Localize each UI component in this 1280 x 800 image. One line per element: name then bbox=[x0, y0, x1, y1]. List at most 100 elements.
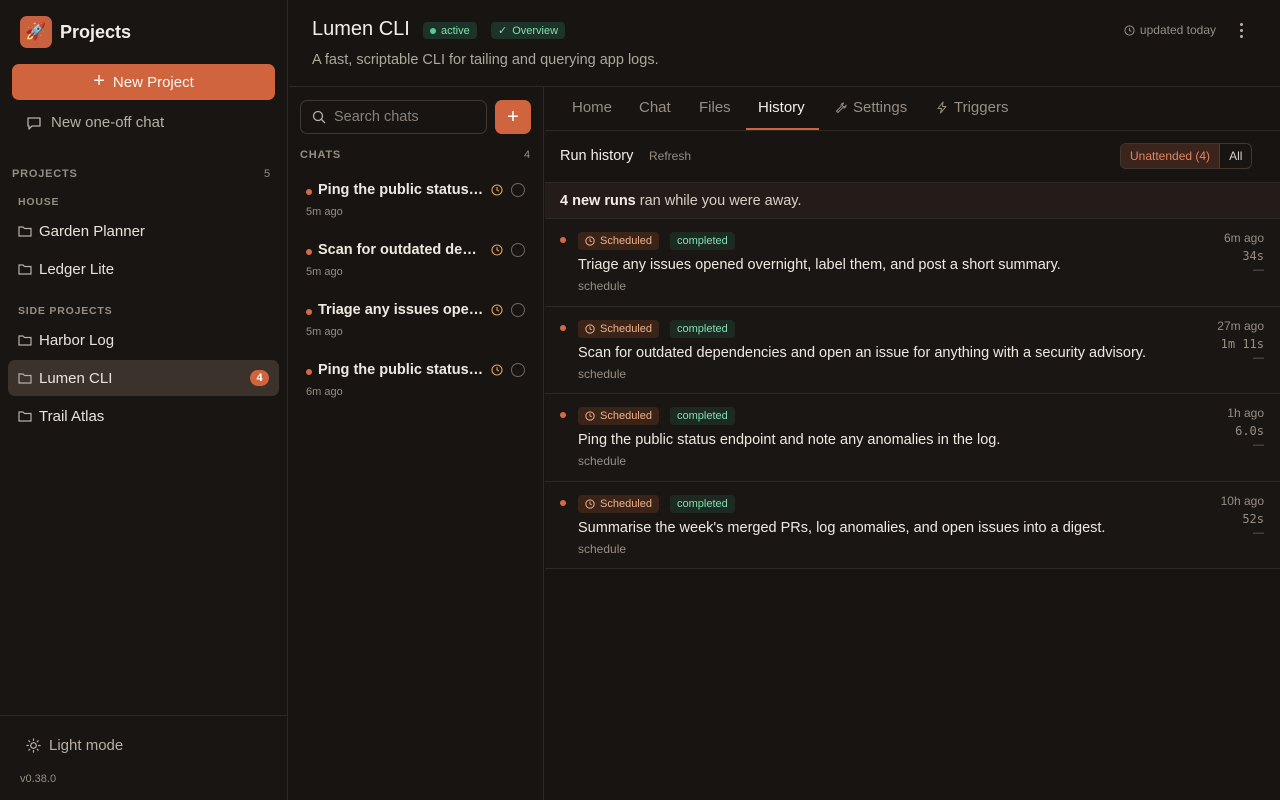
group-label-house: HOUSE bbox=[18, 196, 60, 208]
version-label: v0.38.0 bbox=[20, 773, 57, 785]
trigger-badge: Scheduled bbox=[578, 494, 659, 513]
chat-list-item[interactable]: Scan for outdated dependencies and open … bbox=[289, 239, 543, 295]
run-list: Scheduled completed Triage any issues op… bbox=[545, 219, 1280, 569]
trigger-badge: Scheduled bbox=[578, 232, 659, 250]
run-row[interactable]: Scheduled completed Triage any issues op… bbox=[545, 219, 1280, 307]
trigger-label: Scheduled bbox=[600, 235, 652, 247]
tab-history[interactable]: History bbox=[758, 99, 805, 116]
add-chat-button[interactable]: + bbox=[495, 100, 531, 134]
status-badge: completed bbox=[670, 319, 735, 338]
loading-spinner-icon bbox=[511, 243, 525, 257]
folder-icon bbox=[18, 335, 32, 346]
tab-triggers[interactable]: Triggers bbox=[936, 99, 1008, 116]
project-item-lumen-cli[interactable]: Lumen CLI 4 bbox=[8, 360, 279, 396]
run-extra: — bbox=[1253, 351, 1264, 364]
tab-files[interactable]: Files bbox=[699, 99, 731, 116]
new-project-label: New Project bbox=[112, 73, 194, 91]
run-source: schedule bbox=[578, 279, 627, 293]
plus-icon: + bbox=[93, 70, 105, 92]
light-mode-toggle[interactable]: Light mode bbox=[26, 737, 123, 754]
updated-label: updated today bbox=[1139, 23, 1216, 37]
tab-bar: Home Chat Files History Settings Trigger… bbox=[545, 87, 1280, 131]
unread-dot-icon bbox=[306, 249, 312, 255]
brand: 🚀 Projects bbox=[20, 16, 131, 48]
unread-dot-icon bbox=[560, 412, 566, 418]
loading-spinner-icon bbox=[511, 183, 525, 197]
run-row[interactable]: Scheduled completed Ping the public stat… bbox=[545, 394, 1280, 482]
project-label: Lumen CLI bbox=[39, 369, 113, 387]
tab-chat[interactable]: Chat bbox=[639, 99, 671, 116]
search-icon bbox=[312, 110, 326, 124]
run-time-ago: 10h ago bbox=[1220, 493, 1264, 508]
tab-settings[interactable]: Settings bbox=[835, 99, 907, 116]
filter-all-button[interactable]: All bbox=[1220, 144, 1251, 168]
loading-spinner-icon bbox=[511, 303, 525, 317]
run-source: schedule bbox=[578, 541, 627, 556]
trigger-badge: Scheduled bbox=[578, 319, 659, 338]
run-row[interactable]: Scheduled completed Scan for outdated de… bbox=[545, 306, 1280, 394]
chat-title: Scan for outdated dependencies and open … bbox=[318, 242, 484, 258]
run-meta: 6m ago 34s — bbox=[1224, 231, 1264, 276]
refresh-button[interactable]: Refresh bbox=[649, 149, 691, 163]
chat-title: Ping the public status endpoint and note… bbox=[318, 182, 484, 198]
chat-list-item[interactable]: Ping the public status endpoint and note… bbox=[289, 359, 543, 415]
run-source: schedule bbox=[578, 366, 627, 381]
overview-label: Overview bbox=[512, 24, 559, 37]
folder-icon bbox=[18, 226, 32, 237]
chat-title: Ping the public status endpoint and note… bbox=[318, 362, 484, 378]
run-extra: — bbox=[1253, 264, 1264, 276]
run-extra: — bbox=[1253, 526, 1264, 539]
project-description: A fast, scriptable CLI for tailing and q… bbox=[312, 52, 659, 68]
filter-unattended-button[interactable]: Unattended (4) bbox=[1121, 144, 1221, 168]
status-label: active bbox=[441, 24, 470, 37]
group-label-side-projects: SIDE PROJECTS bbox=[18, 305, 113, 317]
run-prompt: Ping the public status endpoint and note… bbox=[578, 432, 1001, 448]
sun-icon bbox=[26, 738, 41, 753]
run-row[interactable]: Scheduled completed Summarise the week's… bbox=[545, 481, 1280, 569]
status-badge: completed bbox=[670, 407, 735, 425]
folder-icon bbox=[18, 264, 32, 275]
unread-dot-icon bbox=[560, 499, 566, 506]
project-item-harbor-log[interactable]: Harbor Log bbox=[8, 322, 279, 358]
status-dot-icon bbox=[430, 27, 436, 34]
project-item-ledger-lite[interactable]: Ledger Lite bbox=[8, 251, 279, 287]
chat-list-item[interactable]: Triage any issues opened overnight, labe… bbox=[289, 299, 543, 355]
clock-icon bbox=[491, 364, 503, 376]
run-source: schedule bbox=[578, 454, 627, 468]
search-chats-input[interactable] bbox=[334, 109, 474, 125]
search-chats-field[interactable] bbox=[300, 100, 487, 134]
light-mode-label: Light mode bbox=[49, 737, 124, 754]
new-project-button[interactable]: + New Project bbox=[12, 64, 275, 100]
sidebar: 🚀 Projects + New Project New one-off cha… bbox=[0, 0, 288, 800]
project-item-trail-atlas[interactable]: Trail Atlas bbox=[8, 398, 279, 434]
tab-home[interactable]: Home bbox=[572, 99, 612, 116]
new-one-off-chat-button[interactable]: New one-off chat bbox=[26, 114, 164, 131]
overview-button[interactable]: ✓ Overview bbox=[491, 22, 566, 39]
project-label: Trail Atlas bbox=[39, 407, 105, 425]
tab-triggers-label: Triggers bbox=[954, 99, 1009, 116]
project-label: Harbor Log bbox=[39, 331, 115, 349]
run-duration: 34s bbox=[1242, 249, 1264, 263]
clock-icon bbox=[585, 323, 595, 334]
project-label: Ledger Lite bbox=[39, 260, 115, 278]
away-notice-banner: 4 new runs ran while you were away. bbox=[545, 182, 1280, 219]
clock-icon bbox=[491, 244, 503, 256]
projects-section-label: PROJECTS bbox=[12, 168, 78, 180]
run-duration: 52s bbox=[1242, 511, 1264, 526]
run-prompt: Triage any issues opened overnight, labe… bbox=[578, 257, 1061, 273]
projects-count: 5 bbox=[264, 168, 271, 180]
clock-icon bbox=[585, 411, 595, 421]
chat-list-item[interactable]: Ping the public status endpoint and note… bbox=[289, 179, 543, 235]
bolt-icon bbox=[937, 101, 947, 114]
run-prompt: Scan for outdated dependencies and open … bbox=[578, 344, 1147, 361]
chat-timestamp: 5m ago bbox=[306, 266, 343, 278]
clock-icon bbox=[491, 304, 503, 316]
project-item-garden-planner[interactable]: Garden Planner bbox=[8, 213, 279, 249]
loading-spinner-icon bbox=[511, 363, 525, 377]
more-options-icon[interactable] bbox=[1232, 21, 1250, 39]
status-badge: active bbox=[423, 22, 477, 39]
main-panel: Home Chat Files History Settings Trigger… bbox=[545, 87, 1280, 800]
unread-dot-icon bbox=[560, 324, 566, 331]
run-meta: 10h ago 52s — bbox=[1221, 494, 1264, 539]
plus-icon: + bbox=[507, 105, 519, 128]
